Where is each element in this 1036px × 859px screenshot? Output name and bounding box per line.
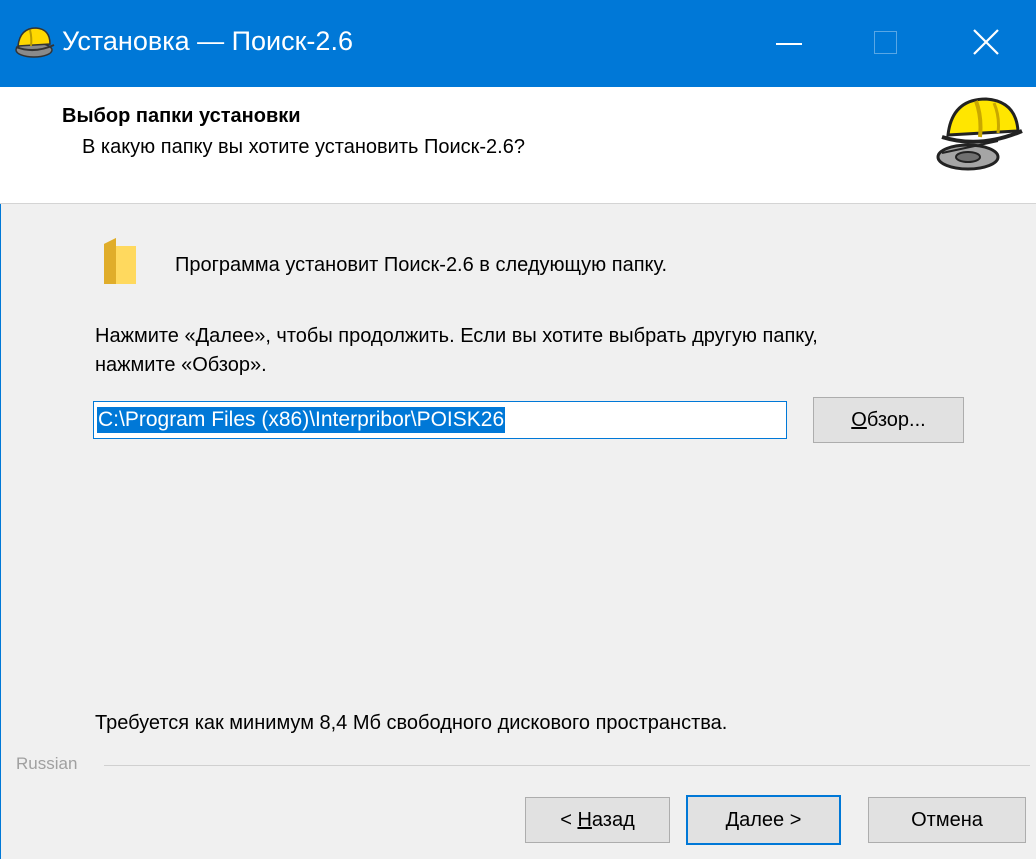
back-prefix: < <box>560 809 578 831</box>
window-title: Установка — Поиск-2.6 <box>62 26 353 56</box>
language-label: Russian <box>16 754 78 773</box>
next-label: алее > <box>739 809 802 831</box>
instruction-text-line1: Нажмите «Далее», чтобы продолжить. Если … <box>95 325 818 347</box>
back-accel: Н <box>577 809 592 831</box>
install-path-value: C:\Program Files (x86)\Interpribor\POISK… <box>97 407 506 433</box>
minimize-icon <box>776 43 802 45</box>
browse-accel: О <box>851 409 867 431</box>
wizard-header: Выбор папки установки В какую папку вы х… <box>0 87 1036 204</box>
hard-hat-icon <box>15 27 55 58</box>
folder-icon <box>104 238 136 284</box>
next-button[interactable]: Далее > <box>686 795 841 845</box>
back-label: азад <box>591 809 635 831</box>
title-bar[interactable]: Установка — Поиск-2.6 <box>0 0 1036 87</box>
instruction-text-line2: нажмите «Обзор». <box>95 354 267 376</box>
maximize-icon <box>874 31 897 54</box>
minimize-button[interactable] <box>754 0 824 87</box>
hard-hat-icon <box>936 97 1023 171</box>
browse-label: бзор... <box>866 409 926 431</box>
footer-divider <box>104 765 1030 766</box>
installer-window: Установка — Поиск-2.6 Выбор папки устано… <box>0 0 1036 859</box>
disk-space-text: Требуется как минимум 8,4 Мб свободного … <box>95 712 728 734</box>
browse-button[interactable]: Обзор... <box>813 397 964 443</box>
install-path-input[interactable]: C:\Program Files (x86)\Interpribor\POISK… <box>93 401 787 439</box>
close-button[interactable] <box>950 0 1020 87</box>
back-button[interactable]: < Назад <box>525 797 670 843</box>
page-title: Выбор папки установки <box>62 105 301 127</box>
close-icon <box>973 29 999 55</box>
install-location-text: Программа установит Поиск-2.6 в следующу… <box>175 254 668 276</box>
maximize-button[interactable] <box>850 0 920 87</box>
page-subtitle: В какую папку вы хотите установить Поиск… <box>82 136 525 158</box>
cancel-button[interactable]: Отмена <box>868 797 1026 843</box>
next-accel: Д <box>725 809 740 831</box>
